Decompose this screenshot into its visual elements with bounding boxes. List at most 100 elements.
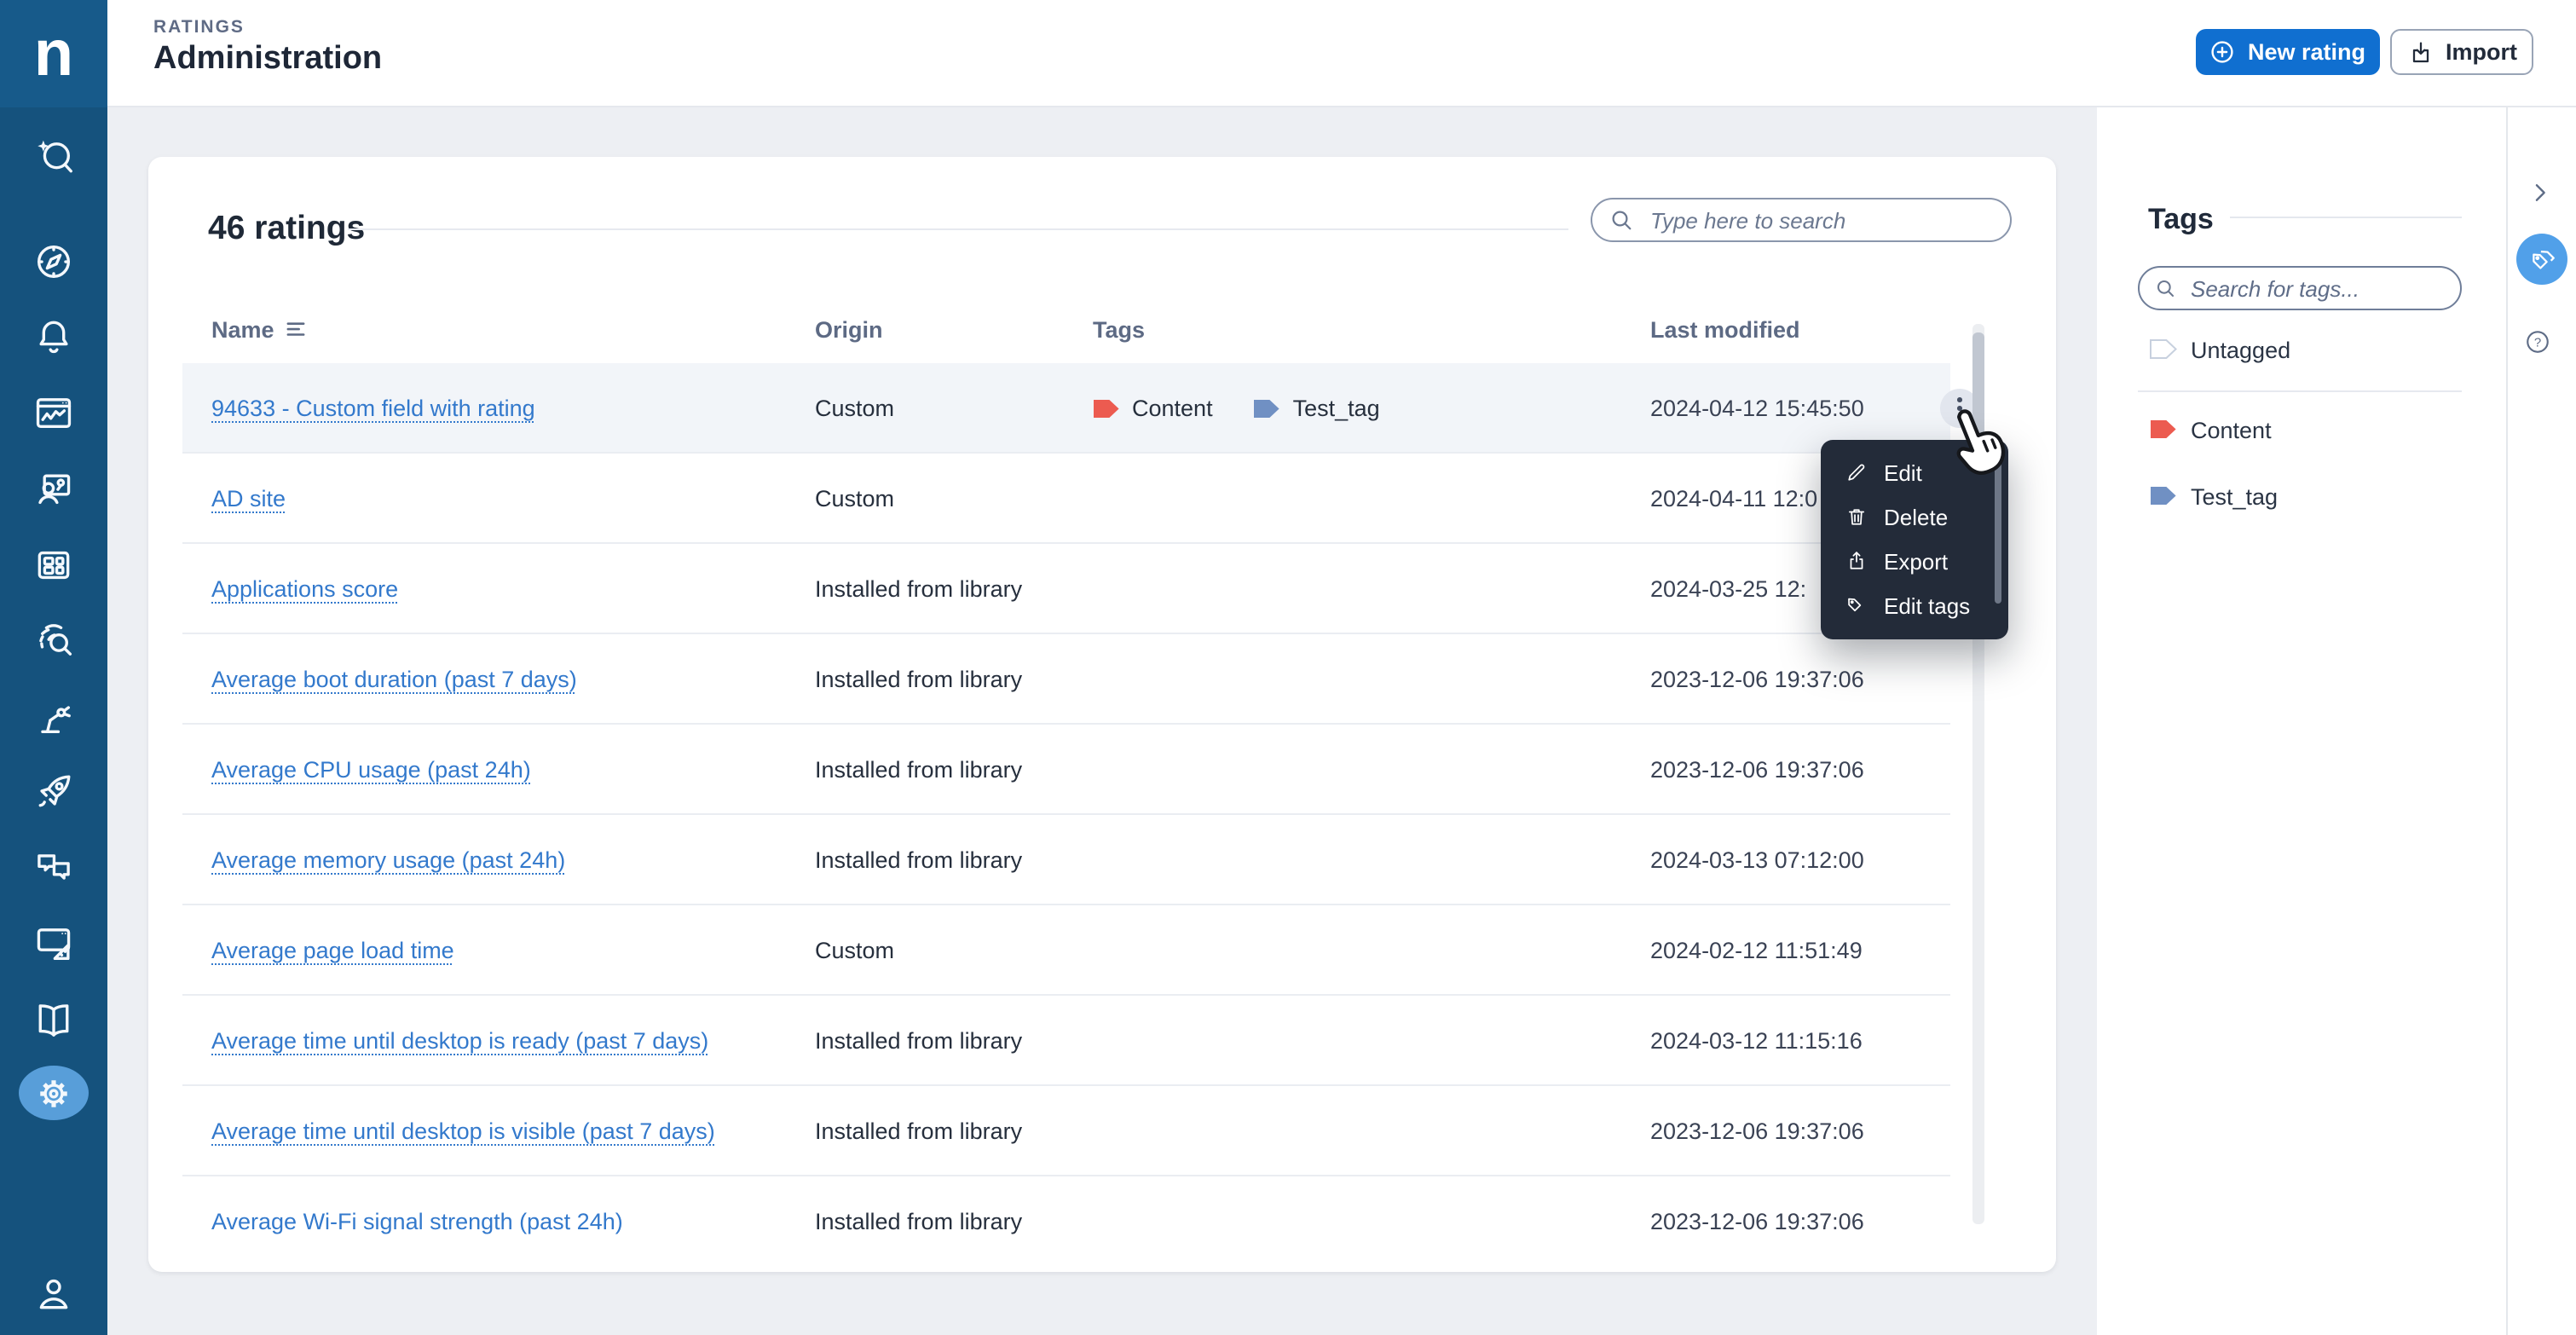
trash-icon xyxy=(1845,505,1868,529)
rating-name-link[interactable]: Average CPU usage (past 24h) xyxy=(211,757,531,783)
rating-name-link[interactable]: 94633 - Custom field with rating xyxy=(211,396,535,421)
app-window: n RATINGS Administration New rating Impo… xyxy=(0,0,2576,1335)
sidebar-item-explore-compass[interactable] xyxy=(31,238,77,284)
design-window-ruler-icon xyxy=(31,921,77,967)
table-row: Average time until desktop is visible (p… xyxy=(182,1086,1950,1176)
rating-modified-cell: 2024-02-12 11:51:49 xyxy=(1650,905,1863,996)
column-header-label: Name xyxy=(211,317,274,343)
sidebar-item-engage-chat[interactable] xyxy=(31,845,77,891)
rating-name-cell: Average CPU usage (past 24h) xyxy=(211,725,531,815)
sidebar-item-alerts-bell[interactable] xyxy=(31,314,77,360)
plus-circle-icon xyxy=(2210,39,2236,65)
rating-name-cell: Average memory usage (past 24h) xyxy=(211,815,565,905)
breadcrumb: RATINGS xyxy=(153,17,245,38)
tags-panel-item-test_tag[interactable]: Test_tag xyxy=(2150,479,2278,513)
context-menu-item-label: Edit xyxy=(1884,459,1922,485)
column-header-last-modified[interactable]: Last modified xyxy=(1650,317,1800,343)
rating-name-link[interactable]: Average boot duration (past 7 days) xyxy=(211,667,577,692)
ai-search-icon xyxy=(31,134,77,180)
rating-origin-cell: Installed from library xyxy=(815,725,1022,815)
hand-pointer-cursor xyxy=(1947,406,2008,488)
sidebar-item-design-window-ruler[interactable] xyxy=(31,921,77,967)
brand-logo-letter: n xyxy=(34,21,73,86)
rating-modified-cell: 2024-03-13 07:12:00 xyxy=(1650,815,1864,905)
rating-modified-cell: 2024-03-25 12: xyxy=(1650,544,1806,634)
sidebar-item-automation-robot-arm[interactable] xyxy=(31,693,77,739)
column-header-tags[interactable]: Tags xyxy=(1093,317,1145,343)
tags-panel-item-content[interactable]: Content xyxy=(2150,413,2272,447)
sort-icon xyxy=(286,321,305,339)
heading-divider xyxy=(348,228,1568,230)
rating-origin-cell: Installed from library xyxy=(815,996,1022,1086)
column-header-origin[interactable]: Origin xyxy=(815,317,883,343)
sidebar-item-administration-gear[interactable] xyxy=(31,1070,77,1116)
context-menu-item-delete[interactable]: Delete xyxy=(1821,494,2008,539)
rating-name-link[interactable]: Average page load time xyxy=(211,938,454,963)
tags-panel: Tags Untagged Content Test_tag xyxy=(2097,107,2506,1335)
rating-modified-cell: 2023-12-06 19:37:06 xyxy=(1650,1176,1864,1234)
brand-logo[interactable]: n xyxy=(0,0,107,107)
monitoring-window-icon xyxy=(31,390,77,436)
explore-compass-icon xyxy=(31,238,77,284)
table-row: Average boot duration (past 7 days)Insta… xyxy=(182,634,1950,725)
table-row: Applications scoreInstalled from library… xyxy=(182,544,1950,634)
tags-panel-item-untagged[interactable]: Untagged xyxy=(2150,332,2290,367)
automation-robot-arm-icon xyxy=(31,693,77,739)
rating-name-link[interactable]: Average time until desktop is visible (p… xyxy=(211,1118,715,1144)
ratings-card: 46 ratings Name Origin Tags Last modified 9… xyxy=(148,157,2056,1272)
new-rating-button[interactable]: New rating xyxy=(2196,29,2380,75)
rating-name-cell: Average boot duration (past 7 days) xyxy=(211,634,577,725)
sidebar-item-applications-grid[interactable] xyxy=(31,541,77,587)
rating-name-link[interactable]: AD site xyxy=(211,486,286,511)
tag-chip-label: Test_tag xyxy=(1293,396,1380,421)
rating-name-link[interactable]: Average Wi-Fi signal strength (past 24h) xyxy=(211,1209,623,1234)
column-header-name[interactable]: Name xyxy=(211,317,305,343)
table-row: AD siteCustom2024-04-11 12:0 xyxy=(182,454,1950,544)
tag-shape-icon xyxy=(2150,419,2177,440)
sidebar-item-training-screen[interactable] xyxy=(31,465,77,511)
context-menu-item-edit-tags[interactable]: Edit tags xyxy=(1821,583,2008,627)
search-icon xyxy=(2155,277,2177,299)
table-row: 94633 - Custom field with ratingCustomCo… xyxy=(182,363,1950,454)
sidebar-item-launch-rocket[interactable] xyxy=(31,769,77,815)
rating-modified-cell: 2023-12-06 19:37:06 xyxy=(1650,1086,1864,1176)
rating-origin-cell: Installed from library xyxy=(815,815,1022,905)
rating-name-cell: Average time until desktop is visible (p… xyxy=(211,1086,715,1176)
sidebar-item-diagnostics-fingerprint[interactable] xyxy=(31,617,77,663)
rating-name-link[interactable]: Average time until desktop is ready (pas… xyxy=(211,1028,708,1054)
rating-name-cell: AD site xyxy=(211,454,286,544)
training-screen-icon xyxy=(31,465,77,511)
right-icon-strip xyxy=(2506,107,2576,1335)
pencil-icon xyxy=(1845,460,1868,484)
tags-search xyxy=(2138,266,2462,310)
tags-panel-title: Tags xyxy=(2148,203,2214,237)
tag-shape-icon xyxy=(2150,339,2177,360)
context-menu-item-export[interactable]: Export xyxy=(1821,539,2008,583)
sidebar-item-profile-person[interactable] xyxy=(31,1269,77,1315)
rating-origin-cell: Installed from library xyxy=(815,1176,1022,1234)
search-input[interactable] xyxy=(1647,205,2010,234)
context-menu-item-label: Delete xyxy=(1884,504,1948,529)
tags-search-input[interactable] xyxy=(2187,274,2460,303)
page-title: Administration xyxy=(153,41,382,78)
rating-name-link[interactable]: Applications score xyxy=(211,576,398,602)
engage-chat-icon xyxy=(31,845,77,891)
collapse-panel-chevron-icon[interactable] xyxy=(2528,179,2552,206)
import-button[interactable]: Import xyxy=(2390,29,2533,75)
rating-name-link[interactable]: Average memory usage (past 24h) xyxy=(211,847,565,873)
rating-origin-cell: Custom xyxy=(815,363,894,454)
help-icon[interactable]: ? xyxy=(2525,329,2550,355)
diagnostics-fingerprint-icon xyxy=(31,617,77,663)
rating-name-cell: Average page load time xyxy=(211,905,454,996)
export-icon xyxy=(1845,549,1868,573)
sidebar-item-monitoring-window[interactable] xyxy=(31,390,77,436)
table-row: Average memory usage (past 24h) Installed… xyxy=(182,815,1950,905)
launch-rocket-icon xyxy=(31,769,77,815)
sidebar-item-ai-search[interactable] xyxy=(31,134,77,180)
sidebar: n xyxy=(0,0,107,1335)
ratings-count: 46 ratings xyxy=(208,210,365,249)
sidebar-item-library-book[interactable] xyxy=(31,997,77,1043)
tags-panel-toggle-button[interactable] xyxy=(2516,234,2567,285)
profile-person-icon xyxy=(31,1269,77,1315)
ratings-table-body: 94633 - Custom field with ratingCustomCo… xyxy=(148,363,1984,1234)
